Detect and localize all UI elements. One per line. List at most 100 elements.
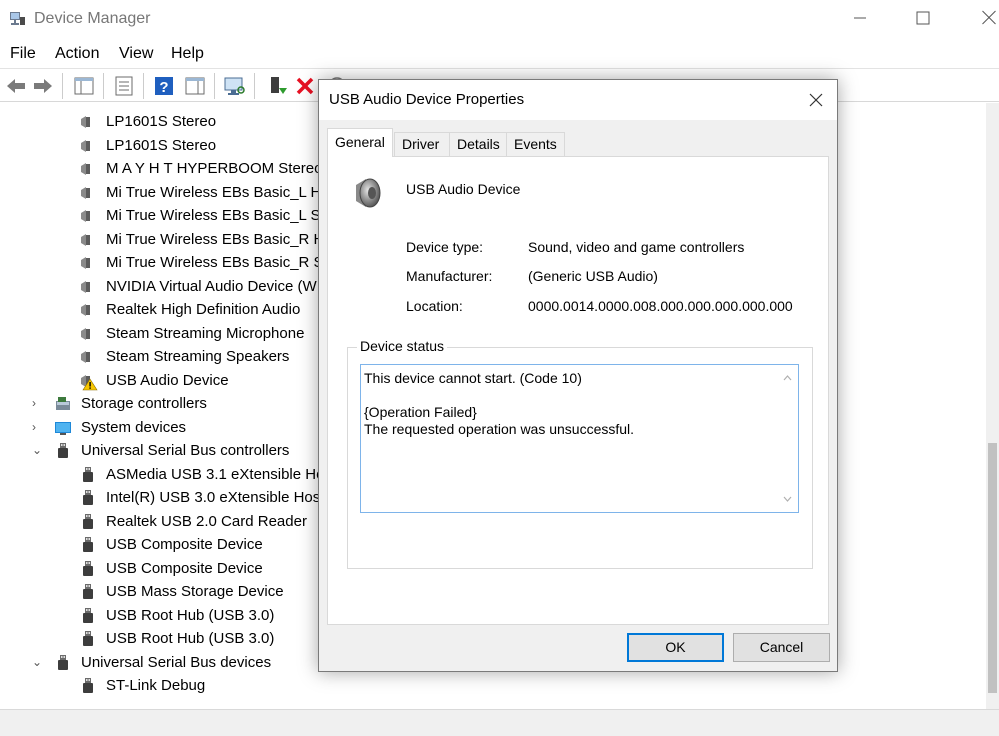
usb-icon [78,488,98,508]
ok-button[interactable]: OK [627,633,724,662]
uninstall-device-icon[interactable] [293,74,317,98]
svg-text:?: ? [159,79,168,96]
tab-events[interactable]: Events [506,132,565,156]
speaker-icon [78,347,98,367]
tree-item-label: Mi True Wireless EBs Basic_R Ste [106,254,337,271]
tab-general[interactable]: General [327,128,393,157]
status-line: {Operation Failed} [364,404,477,420]
speaker-warning-icon [78,371,98,391]
close-window-button[interactable] [950,0,999,36]
dialog-title: USB Audio Device Properties [329,91,525,108]
speaker-icon [78,300,98,320]
cancel-button[interactable]: Cancel [733,633,830,662]
speaker-icon [78,112,98,132]
device-type-label: Device type: [406,239,484,255]
menu-action[interactable]: Action [55,45,99,63]
tree-item-label: Steam Streaming Speakers [106,348,290,365]
tree-item-label: USB Root Hub (USB 3.0) [106,607,275,624]
show-hide-console-tree-icon[interactable] [72,74,96,98]
tree-item-label: Storage controllers [81,395,207,412]
system-devices-icon [53,418,73,438]
tree-item-label: LP1601S Stereo [106,137,217,154]
status-line: The requested operation was unsuccessful… [364,421,635,437]
storage-controller-icon [53,394,73,414]
maximize-button[interactable] [893,0,953,36]
tree-item-label: Realtek USB 2.0 Card Reader [106,513,307,530]
status-line: This device cannot start. (Code 10) [364,370,582,386]
window-title: Device Manager [34,10,151,27]
tree-item-label: Intel(R) USB 3.0 eXtensible Host [106,489,325,506]
properties-icon[interactable] [112,74,136,98]
properties-dialog: USB Audio Device Properties General Driv… [318,79,838,672]
tree-item-label: Realtek High Definition Audio [106,301,301,318]
status-bar [0,709,999,736]
title-bar: Device Manager [0,0,999,38]
device-name: USB Audio Device [406,181,521,197]
tree-item-label: Mi True Wireless EBs Basic_L Ha [106,184,330,201]
location-label: Location: [406,298,463,314]
usb-icon [78,676,98,696]
dialog-title-bar: USB Audio Device Properties [319,80,837,120]
menu-file[interactable]: File [10,45,36,63]
menu-view[interactable]: View [119,45,153,63]
chevron-down-icon[interactable]: ⌄ [32,443,46,457]
update-driver-icon[interactable] [265,74,289,98]
usb-icon [78,582,98,602]
speaker-icon [78,253,98,273]
speaker-icon [78,136,98,156]
tree-item-label: Mi True Wireless EBs Basic_R Ha [106,231,333,248]
usb-icon [78,606,98,626]
tree-item-label: Steam Streaming Microphone [106,325,305,342]
action-pane-icon[interactable] [183,74,207,98]
tree-item-label: USB Audio Device [106,372,229,389]
speaker-icon [78,230,98,250]
menu-help[interactable]: Help [171,45,204,63]
tree-item-label: Mi True Wireless EBs Basic_L Ste [106,207,334,224]
help-icon[interactable]: ? [152,74,176,98]
tree-item-label: ST-Link Debug [106,677,206,694]
chevron-right-icon[interactable]: › [32,396,46,410]
tree-item-label: LP1601S Stereo [106,113,217,130]
usb-icon [78,512,98,532]
tree-item-label: Universal Serial Bus controllers [81,442,290,459]
device-status-title: Device status [357,338,448,354]
forward-arrow-icon[interactable] [31,74,55,98]
general-tab-panel: USB Audio Device Device type: Sound, vid… [327,156,829,625]
tree-scrollbar[interactable] [986,103,999,709]
device-manager-icon [10,12,25,25]
manufacturer-value: (Generic USB Audio) [528,268,658,284]
back-arrow-icon[interactable] [4,74,28,98]
usb-icon [53,441,73,461]
tree-item-label: M A Y H T HYPERBOOM Stereo [106,160,323,177]
tree-item-label: USB Composite Device [106,536,263,553]
speaker-icon [78,206,98,226]
tab-details[interactable]: Details [449,132,507,156]
chevron-down-icon[interactable]: ⌄ [32,655,46,669]
manufacturer-label: Manufacturer: [406,268,493,284]
speaker-icon [356,178,381,208]
tree-item[interactable]: ST-Link Debug [0,674,986,697]
minimize-button[interactable] [830,0,890,36]
scan-hardware-icon[interactable] [223,74,247,98]
usb-icon [53,653,73,673]
tree-item-label: ASMedia USB 3.1 eXtensible Ho [106,466,325,483]
tree-item-label: System devices [81,419,187,436]
tree-item-label: Universal Serial Bus devices [81,654,272,671]
tree-item-label: USB Composite Device [106,560,263,577]
usb-icon [78,465,98,485]
speaker-icon [78,159,98,179]
tree-item-label: USB Root Hub (USB 3.0) [106,630,275,647]
tree-item-label: USB Mass Storage Device [106,583,284,600]
menu-bar: File Action View Help [0,38,999,68]
chevron-right-icon[interactable]: › [32,420,46,434]
tab-driver[interactable]: Driver [394,132,450,156]
close-icon[interactable] [799,86,833,114]
speaker-icon [78,183,98,203]
speaker-icon [78,277,98,297]
device-status-textbox[interactable]: This device cannot start. (Code 10) {Ope… [360,364,799,513]
device-type-value: Sound, video and game controllers [528,239,745,255]
tree-scroll-thumb[interactable] [988,443,997,693]
usb-icon [78,629,98,649]
status-scrollbar[interactable] [779,367,796,510]
usb-icon [78,535,98,555]
